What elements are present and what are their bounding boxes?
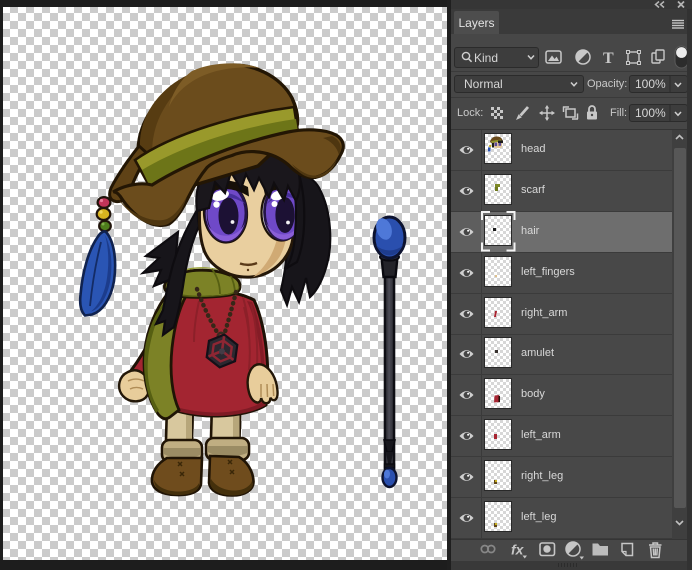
svg-text:fx: fx <box>511 542 525 558</box>
svg-text:T: T <box>603 50 614 67</box>
